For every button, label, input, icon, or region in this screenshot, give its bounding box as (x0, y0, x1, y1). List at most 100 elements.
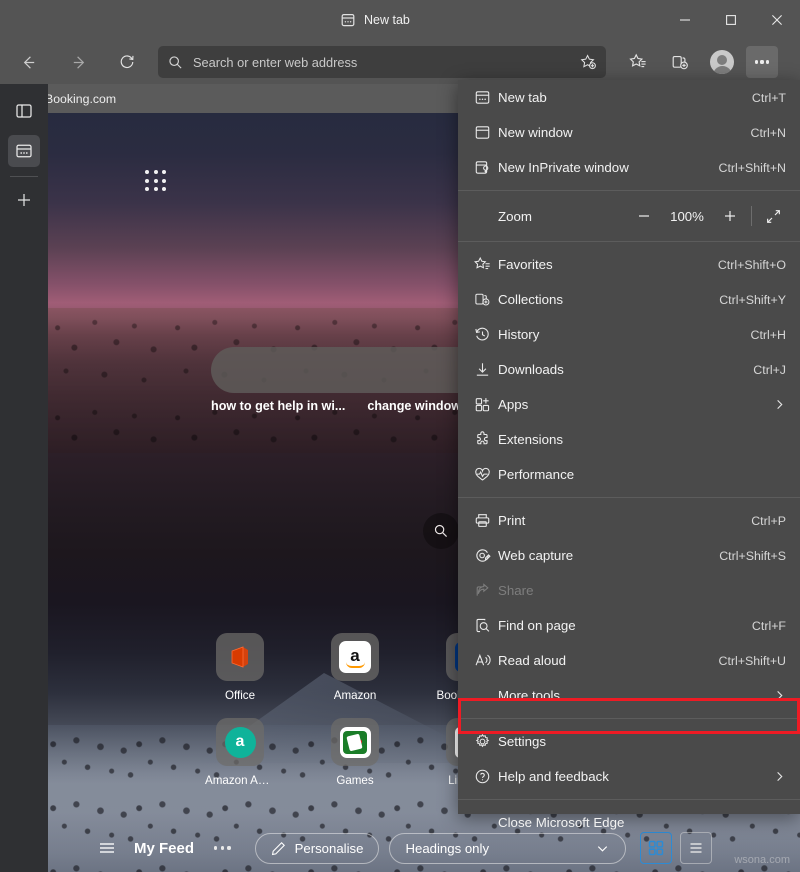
sidebar-rail (0, 84, 48, 872)
games-icon (331, 718, 379, 766)
menu-item-label: Web capture (498, 548, 574, 563)
menu-item-shortcut: Ctrl+Shift+N (718, 160, 786, 175)
edge-settings-menu: New tab Ctrl+T New window Ctrl+N New InP… (458, 80, 800, 830)
menu-item-history[interactable]: History Ctrl+H (458, 317, 800, 352)
chevron-down-icon (595, 841, 610, 856)
shortcut-games[interactable]: Games (323, 718, 387, 787)
menu-item-shortcut: Ctrl+P (751, 513, 786, 528)
menu-item-new-window[interactable]: New window Ctrl+N (458, 115, 800, 150)
title-bar: New tab (0, 0, 800, 40)
zoom-label: Zoom (498, 208, 532, 224)
menu-item-label: Apps (498, 397, 529, 412)
inprivate-icon (474, 159, 498, 176)
search-icon (168, 55, 184, 70)
chevron-right-icon (773, 770, 786, 783)
settings-icon (474, 733, 498, 750)
new-window-icon (474, 124, 498, 141)
menu-item-find-on-page[interactable]: Find on page Ctrl+F (458, 608, 800, 643)
menu-item-shortcut: Ctrl+Shift+O (717, 257, 786, 272)
menu-item-web-capture[interactable]: Web capture Ctrl+Shift+S (458, 538, 800, 573)
menu-separator (458, 241, 800, 242)
rail-divider (10, 176, 38, 177)
menu-item-new-tab[interactable]: New tab Ctrl+T (458, 80, 800, 115)
tab-title: New tab (364, 13, 410, 27)
menu-item-shortcut: Ctrl+N (750, 125, 786, 140)
menu-item-label: Read aloud (498, 653, 567, 668)
menu-item-shortcut: Ctrl+T (751, 90, 786, 105)
menu-item-new-inprivate-window[interactable]: New InPrivate window Ctrl+Shift+N (458, 150, 800, 185)
menu-item-performance[interactable]: Performance (458, 457, 800, 492)
refresh-button[interactable] (110, 46, 144, 78)
menu-item-shortcut: Ctrl+F (751, 618, 786, 633)
quick-search-1[interactable]: change windows (367, 399, 468, 413)
collections-button[interactable] (664, 46, 696, 78)
forward-button[interactable] (62, 46, 96, 78)
menu-item-read-aloud[interactable]: Read aloud Ctrl+Shift+U (458, 643, 800, 678)
menu-separator (458, 718, 800, 719)
search-icon[interactable] (423, 513, 459, 549)
more-dots-icon (754, 60, 770, 64)
shortcut-amazon-assistant[interactable]: a Amazon Assi... (205, 718, 275, 787)
minimize-button[interactable] (662, 0, 708, 40)
shortcut-office[interactable]: Office (208, 633, 272, 702)
new-tab-icon (474, 89, 498, 106)
chevron-right-icon (773, 689, 786, 702)
print-icon (474, 512, 498, 529)
menu-item-label: Favorites (498, 257, 553, 272)
personalise-label: Personalise (294, 840, 364, 856)
back-button[interactable] (11, 46, 45, 78)
browser-tab[interactable]: New tab (330, 4, 495, 36)
favorites-icon (474, 256, 498, 273)
add-icon[interactable] (8, 184, 40, 216)
menu-item-apps[interactable]: Apps (458, 387, 800, 422)
menu-item-collections[interactable]: Collections Ctrl+Shift+Y (458, 282, 800, 317)
menu-item-label: New tab (498, 90, 547, 105)
menu-item-favorites[interactable]: Favorites Ctrl+Shift+O (458, 247, 800, 282)
close-button[interactable] (754, 0, 800, 40)
shortcut-amazon[interactable]: a Amazon (323, 633, 387, 702)
menu-item-shortcut: Ctrl+Shift+S (719, 548, 786, 563)
menu-item-downloads[interactable]: Downloads Ctrl+J (458, 352, 800, 387)
shortcut-label: Amazon Assi... (205, 774, 275, 787)
menu-item-label: Help and feedback (498, 769, 609, 784)
read-aloud-icon (474, 652, 498, 669)
menu-item-label: Extensions (498, 432, 564, 447)
find-icon (474, 617, 498, 634)
add-favorite-icon[interactable] (580, 53, 598, 71)
maximize-button[interactable] (708, 0, 754, 40)
zoom-in-button[interactable] (713, 201, 747, 231)
app-launcher-icon[interactable] (145, 170, 167, 192)
layout-select-value: Headings only (405, 840, 490, 856)
menu-item-shortcut: Ctrl+Shift+U (718, 653, 786, 668)
shortcut-label: Office (224, 689, 256, 702)
menu-item-label: Performance (498, 467, 575, 482)
split-screen-icon[interactable] (8, 135, 40, 167)
personalise-button[interactable]: Personalise (254, 832, 380, 864)
zoom-out-button[interactable] (627, 201, 661, 231)
menu-item-label: Downloads (498, 362, 564, 377)
downloads-icon (474, 361, 498, 378)
apps-icon (474, 396, 498, 413)
fullscreen-button[interactable] (756, 201, 790, 231)
profile-button[interactable] (706, 46, 738, 78)
pencil-icon (271, 841, 286, 856)
browser-essentials-icon[interactable] (8, 95, 40, 127)
new-tab-page-icon (340, 12, 356, 28)
address-input[interactable]: Search or enter web address (193, 55, 571, 70)
feed-more-icon[interactable] (214, 846, 231, 850)
menu-item-print[interactable]: Print Ctrl+P (458, 503, 800, 538)
menu-item-more-tools[interactable]: More tools (458, 678, 800, 713)
settings-and-more-button[interactable] (746, 46, 778, 78)
address-bar[interactable]: Search or enter web address (158, 46, 606, 78)
menu-item-label: History (498, 327, 540, 342)
menu-item-help-and-feedback[interactable]: Help and feedback (458, 759, 800, 794)
menu-item-close-edge[interactable]: Close Microsoft Edge (458, 805, 800, 840)
performance-icon (474, 466, 498, 483)
zoom-value: 100% (670, 208, 704, 224)
menu-item-settings[interactable]: Settings (458, 724, 800, 759)
menu-separator (458, 799, 800, 800)
favorites-button[interactable] (622, 46, 654, 78)
quick-search-0[interactable]: how to get help in wi... (211, 399, 345, 413)
menu-item-extensions[interactable]: Extensions (458, 422, 800, 457)
hamburger-icon[interactable] (90, 831, 124, 865)
